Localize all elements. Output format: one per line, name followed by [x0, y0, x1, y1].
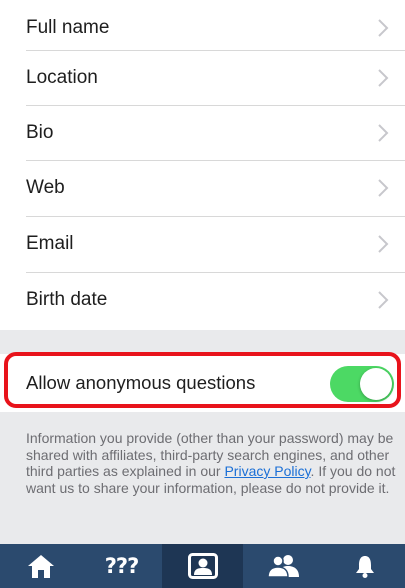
chevron-right-icon — [378, 291, 389, 309]
anonymous-questions-label: Allow anonymous questions — [26, 372, 256, 393]
row-web[interactable]: Web — [0, 160, 405, 216]
profile-settings-screen: Full name Location Bio Web Email Birth d… — [0, 0, 405, 588]
row-location[interactable]: Location — [0, 50, 405, 106]
tab-home[interactable] — [0, 544, 81, 588]
row-label: Email — [26, 233, 74, 254]
toggle-knob — [360, 368, 392, 400]
profile-icon — [187, 553, 218, 579]
row-label: Birth date — [26, 289, 108, 310]
privacy-info-text: Information you provide (other than your… — [26, 430, 398, 496]
row-label: Location — [26, 67, 98, 88]
chevron-right-icon — [378, 19, 389, 37]
anonymous-questions-row: Allow anonymous questions — [0, 354, 405, 412]
tab-notifications[interactable] — [324, 544, 405, 588]
tab-bar: ??? — [0, 544, 405, 588]
row-full-name[interactable]: Full name — [0, 0, 405, 56]
tab-friends[interactable] — [243, 544, 324, 588]
row-bio[interactable]: Bio — [0, 105, 405, 161]
chevron-right-icon — [378, 235, 389, 253]
row-birth-date[interactable]: Birth date — [0, 272, 405, 328]
friends-icon — [266, 555, 299, 578]
row-label: Web — [26, 177, 65, 198]
questions-icon: ??? — [104, 554, 140, 578]
tab-profile[interactable] — [162, 544, 243, 588]
chevron-right-icon — [378, 179, 389, 197]
bell-icon — [355, 556, 374, 578]
privacy-policy-link[interactable]: Privacy Policy — [224, 463, 310, 479]
tab-questions[interactable]: ??? — [81, 544, 162, 588]
row-label: Bio — [26, 122, 54, 143]
row-email[interactable]: Email — [0, 216, 405, 272]
chevron-right-icon — [378, 69, 389, 87]
home-icon — [27, 555, 54, 578]
row-label: Full name — [26, 17, 110, 38]
anonymous-questions-toggle[interactable] — [330, 366, 394, 402]
profile-fields-group: Full name Location Bio Web Email Birth d… — [0, 0, 405, 330]
chevron-right-icon — [378, 124, 389, 142]
